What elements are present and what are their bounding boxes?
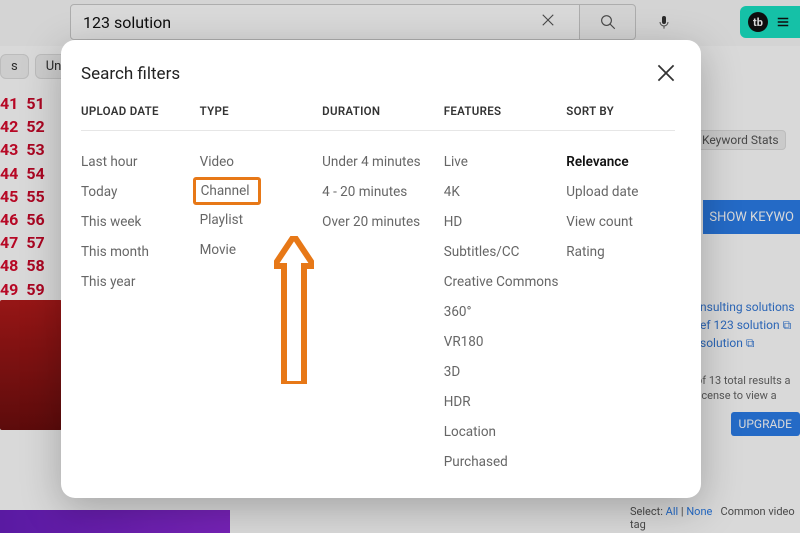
filter-option-360[interactable]: 360° <box>444 297 567 327</box>
filter-option-3d[interactable]: 3D <box>444 357 567 387</box>
filter-option-this-year[interactable]: This year <box>81 267 200 297</box>
filter-option-this-month[interactable]: This month <box>81 237 200 267</box>
column-header: SORT BY <box>566 104 675 131</box>
column-features: FEATURES Live 4K HD Subtitles/CC Creativ… <box>444 104 567 477</box>
filter-option-channel[interactable]: Channel <box>200 177 323 205</box>
filter-option-under-4[interactable]: Under 4 minutes <box>322 147 444 177</box>
filter-option-hd[interactable]: HD <box>444 207 567 237</box>
modal-title: Search filters <box>81 64 675 84</box>
column-duration: DURATION Under 4 minutes 4 - 20 minutes … <box>322 104 444 477</box>
column-header: TYPE <box>200 104 323 131</box>
filter-option-subtitles[interactable]: Subtitles/CC <box>444 237 567 267</box>
filter-option-playlist[interactable]: Playlist <box>200 205 323 235</box>
filter-option-vr180[interactable]: VR180 <box>444 327 567 357</box>
column-type: TYPE Video Channel Playlist Movie <box>200 104 323 477</box>
column-header: DURATION <box>322 104 444 131</box>
column-header: FEATURES <box>444 104 567 131</box>
close-button[interactable] <box>653 60 679 86</box>
column-upload-date: UPLOAD DATE Last hour Today This week Th… <box>81 104 200 477</box>
column-sort-by: SORT BY Relevance Upload date View count… <box>566 104 675 477</box>
sort-option-upload-date[interactable]: Upload date <box>566 177 675 207</box>
sort-option-rating[interactable]: Rating <box>566 237 675 267</box>
column-header: UPLOAD DATE <box>81 104 200 131</box>
filter-option-today[interactable]: Today <box>81 177 200 207</box>
filter-option-movie[interactable]: Movie <box>200 235 323 265</box>
filter-option-location[interactable]: Location <box>444 417 567 447</box>
filter-option-live[interactable]: Live <box>444 147 567 177</box>
filter-option-over-20[interactable]: Over 20 minutes <box>322 207 444 237</box>
filter-option-cc[interactable]: Creative Commons <box>444 267 567 297</box>
filter-option-video[interactable]: Video <box>200 147 323 177</box>
sort-option-relevance[interactable]: Relevance <box>566 147 675 177</box>
filter-option-this-week[interactable]: This week <box>81 207 200 237</box>
filter-option-hdr[interactable]: HDR <box>444 387 567 417</box>
close-icon <box>653 60 679 86</box>
sort-option-view-count[interactable]: View count <box>566 207 675 237</box>
filter-option-4k[interactable]: 4K <box>444 177 567 207</box>
filter-option-4-20[interactable]: 4 - 20 minutes <box>322 177 444 207</box>
filter-option-purchased[interactable]: Purchased <box>444 447 567 477</box>
filter-option-last-hour[interactable]: Last hour <box>81 147 200 177</box>
search-filters-modal: Search filters UPLOAD DATE Last hour Tod… <box>61 40 701 498</box>
